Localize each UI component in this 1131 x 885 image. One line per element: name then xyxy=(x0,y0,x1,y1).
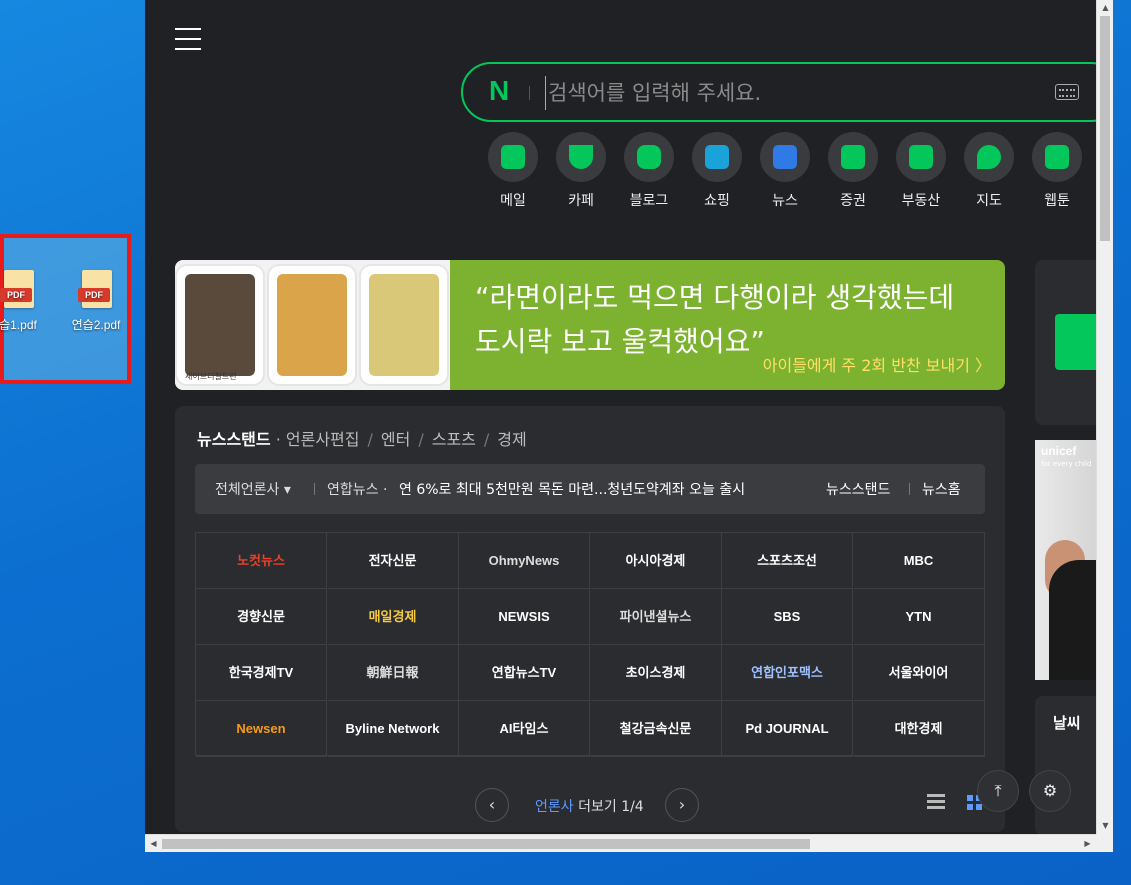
menu-icon[interactable] xyxy=(175,28,201,50)
press-logo[interactable]: 경향신문 xyxy=(196,589,327,645)
tab-economy[interactable]: 경제 xyxy=(497,430,526,449)
prev-page-button[interactable]: ‹ xyxy=(475,788,509,822)
shortcut-cafe[interactable]: 카페 xyxy=(551,132,611,210)
vertical-scrollbar[interactable]: ▲ ▼ xyxy=(1096,0,1113,834)
press-logo[interactable]: 철강금속신문 xyxy=(590,701,722,757)
press-logo[interactable]: 파이낸셜뉴스 xyxy=(590,589,722,645)
press-logo[interactable]: Byline Network xyxy=(327,701,459,757)
map-icon xyxy=(977,145,1001,169)
press-logo[interactable]: Newsen xyxy=(196,701,327,757)
horizontal-scrollbar[interactable]: ◀ ▶ xyxy=(145,834,1096,852)
pager-text: 언론사 더보기 1/4 xyxy=(535,799,644,815)
vertical-scroll-thumb[interactable] xyxy=(1100,16,1110,241)
shortcut-webtoon[interactable]: 웹툰 xyxy=(1027,132,1087,210)
pdf-file-icon: PDF xyxy=(0,270,36,310)
shortcut-realestate[interactable]: 부동산 xyxy=(891,132,951,210)
press-logo[interactable]: MBC xyxy=(853,533,985,589)
press-logo[interactable]: 서울와이어 xyxy=(853,645,985,701)
list-view-icon[interactable] xyxy=(927,794,945,810)
shortcut-map[interactable]: 지도 xyxy=(959,132,1019,210)
press-logo[interactable]: 스포츠조선 xyxy=(722,533,853,589)
press-logo[interactable]: SBS xyxy=(722,589,853,645)
desktop-file-icon[interactable]: PDF 연습2.pdf xyxy=(66,270,126,333)
banner-cta-link[interactable]: 아이들에게 주 2회 반찬 보내기 〉 xyxy=(763,352,991,376)
desktop-file-icon[interactable]: PDF 습1.pdf xyxy=(0,270,48,333)
press-logo[interactable]: 연합뉴스TV xyxy=(459,645,590,701)
mail-icon xyxy=(501,145,525,169)
newshome-link[interactable]: 뉴스홈 xyxy=(922,479,961,499)
news-icon xyxy=(773,145,797,169)
press-logo[interactable]: OhmyNews xyxy=(459,533,590,589)
press-logo[interactable]: 朝鮮日報 xyxy=(327,645,459,701)
search-bar: N xyxy=(461,62,1113,122)
desktop-file-name: 연습2.pdf xyxy=(71,318,121,332)
naver-logo[interactable]: N xyxy=(489,77,515,105)
ad-banner[interactable]: 세이브더칠드런 “라면이라도 먹으면 다행이라 생각했는데 도시락 보고 울컥했… xyxy=(175,260,1005,390)
shortcut-blog[interactable]: 블로그 xyxy=(619,132,679,210)
keyboard-icon[interactable] xyxy=(1055,84,1079,100)
shortcut-shopping[interactable]: 쇼핑 xyxy=(687,132,747,210)
tab-sports[interactable]: 스포츠 xyxy=(432,430,476,449)
shortcut-news[interactable]: 뉴스 xyxy=(755,132,815,210)
ticker-headline[interactable]: 연 6%로 최대 5천만원 목돈 마련...청년도약계좌 오늘 출시 xyxy=(399,479,745,499)
banner-stamp: 세이브더칠드런 xyxy=(185,372,237,381)
shortcut-mail[interactable]: 메일 xyxy=(483,132,543,210)
settings-button[interactable]: ⚙ xyxy=(1029,770,1071,812)
weather-title: 날씨 xyxy=(1053,714,1081,732)
news-ticker: 전체언론사 ▾ 연합뉴스 · 연 6%로 최대 5천만원 목돈 마련...청년도… xyxy=(195,464,985,514)
shortcut-stock[interactable]: 증권 xyxy=(823,132,883,210)
press-logo[interactable]: 한국경제TV xyxy=(196,645,327,701)
scroll-top-button[interactable]: ⤒ xyxy=(977,770,1019,812)
search-input[interactable] xyxy=(545,76,1005,110)
press-logo[interactable]: YTN xyxy=(853,589,985,645)
banner-photo: 세이브더칠드런 xyxy=(175,260,450,390)
ad-brand: unicef xyxy=(1041,444,1077,458)
shopping-icon xyxy=(705,145,729,169)
newsstand-panel: 뉴스스탠드 · 언론사편집 / 엔터 / 스포츠 / 경제 전체언론사 ▾ 연합뉴스 · 연… xyxy=(175,406,1005,832)
all-press-dropdown[interactable]: 전체언론사 ▾ xyxy=(215,479,291,499)
webtoon-icon xyxy=(1045,145,1069,169)
realestate-icon xyxy=(909,145,933,169)
blog-icon xyxy=(637,145,661,169)
desktop-file-name: 습1.pdf xyxy=(0,318,37,332)
tab-entertainment[interactable]: 엔터 xyxy=(381,430,410,449)
press-logo[interactable]: 아시아경제 xyxy=(590,533,722,589)
press-logo[interactable]: 연합인포맥스 xyxy=(722,645,853,701)
newsstand-title[interactable]: 뉴스스탠드 xyxy=(197,430,271,449)
press-logo[interactable]: 초이스경제 xyxy=(590,645,722,701)
pdf-file-icon: PDF xyxy=(78,270,114,310)
press-logo[interactable]: Pd JOURNAL xyxy=(722,701,853,757)
press-grid: 노컷뉴스 전자신문 OhmyNews 아시아경제 스포츠조선 MBC 경향신문 매일경제 NEW… xyxy=(195,532,985,757)
newsstand-nav: 뉴스스탠드 · 언론사편집 / 엔터 / 스포츠 / 경제 xyxy=(197,430,527,449)
banner-quote: “라면이라도 먹으면 다행이라 생각했는데 도시락 보고 울컥했어요” xyxy=(475,281,955,358)
press-logo[interactable]: 노컷뉴스 xyxy=(196,533,327,589)
stock-icon xyxy=(841,145,865,169)
browser-window: N 메일 카페 블로그 쇼핑 뉴스 증권 부동산 지도 웹툰 세이브더칠드런 “… xyxy=(145,0,1113,852)
newsstand-link[interactable]: 뉴스스탠드 xyxy=(826,479,890,499)
press-logo[interactable]: 매일경제 xyxy=(327,589,459,645)
press-logo[interactable]: 전자신문 xyxy=(327,533,459,589)
press-logo[interactable]: 대한경제 xyxy=(853,701,985,757)
press-pager: ‹ 언론사 더보기 1/4 › xyxy=(475,788,705,822)
ticker-source[interactable]: 연합뉴스 · xyxy=(327,479,387,499)
press-logo[interactable]: AI타임스 xyxy=(459,701,590,757)
tab-press-edit[interactable]: 언론사편집 xyxy=(286,430,360,449)
next-page-button[interactable]: › xyxy=(665,788,699,822)
horizontal-scroll-thumb[interactable] xyxy=(162,839,810,849)
press-logo[interactable]: NEWSIS xyxy=(459,589,590,645)
ad-sub: for every child xyxy=(1041,460,1092,468)
cafe-icon xyxy=(569,145,593,169)
